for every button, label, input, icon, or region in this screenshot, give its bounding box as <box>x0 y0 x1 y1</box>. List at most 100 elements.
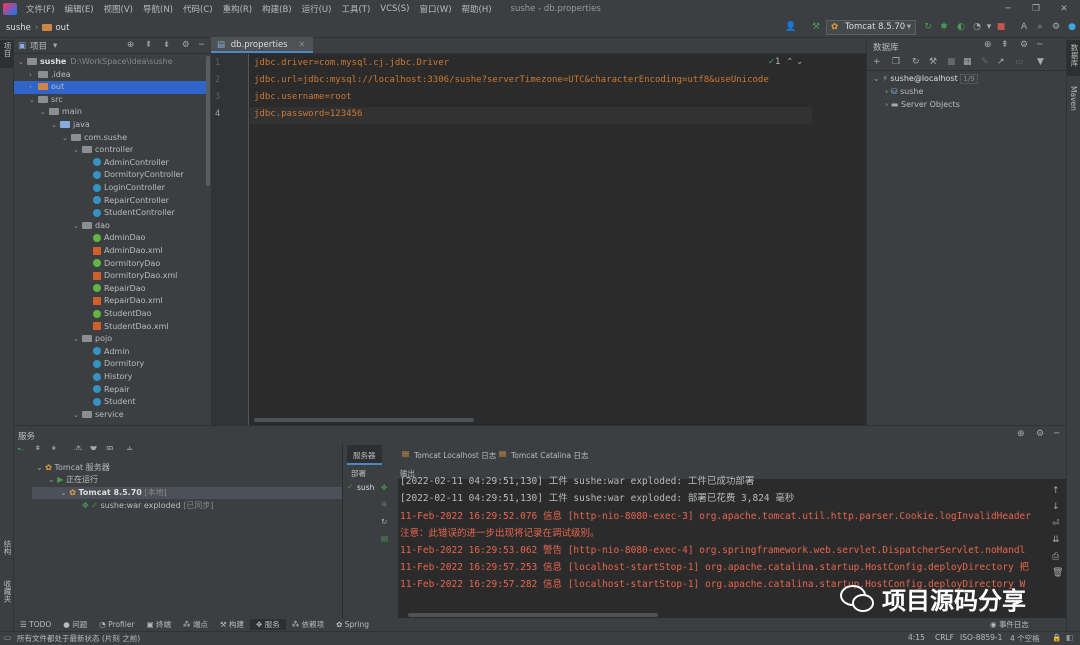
tab-tomcat-localhost[interactable]: Tomcat Localhost 日志 <box>414 450 496 461</box>
editor-h-scrollbar[interactable] <box>254 418 474 422</box>
view-chevron-down-icon[interactable]: ▾ <box>53 41 57 51</box>
inspection-up-icon[interactable]: ⌃ <box>786 57 793 67</box>
project-tree-item[interactable]: ⌄ sushe D:\WorkSpace\Idea\sushe <box>14 56 206 69</box>
db-gear-icon[interactable]: ⚙ <box>1020 40 1028 50</box>
db-stop-icon[interactable]: ■ <box>947 57 956 67</box>
menu-code[interactable]: 代码(C) <box>178 3 218 15</box>
console-icon[interactable]: ▭ <box>1015 57 1024 67</box>
project-tree-item[interactable]: Student <box>14 396 206 409</box>
collapsed-chevron-icon[interactable]: › <box>29 69 38 82</box>
project-tree-item[interactable]: DormitoryDao.xml <box>14 270 206 283</box>
expand-chevron-icon[interactable]: ⌄ <box>73 333 82 346</box>
settings-gear-icon[interactable]: ⚙ <box>1050 21 1062 33</box>
expand-chevron-icon[interactable]: ⌄ <box>18 56 27 69</box>
lock-icon[interactable]: 🔒 <box>1052 633 1061 642</box>
tab-server[interactable]: 服务器 <box>347 445 382 465</box>
expand-chevron-icon[interactable]: ⌄ <box>40 106 49 119</box>
project-tree-item[interactable]: ⌄ src <box>14 94 206 107</box>
breadcrumb-folder[interactable]: out <box>55 23 69 33</box>
structure-tool-tab[interactable]: 结构 <box>0 538 13 566</box>
tab-db-properties[interactable]: ▤ db.properties ✕ <box>211 37 314 53</box>
indent-setting[interactable]: 4 个空格 <box>1010 633 1040 644</box>
menu-view[interactable]: 视图(V) <box>99 3 138 15</box>
tooltab-profiler[interactable]: ◔ Profiler <box>93 620 140 629</box>
project-tree-item[interactable]: ⌄ pojo <box>14 333 206 346</box>
project-tree-item[interactable]: RepairDao.xml <box>14 295 206 308</box>
deploy-remove-icon[interactable]: ✥ <box>381 500 387 509</box>
project-tree-item[interactable]: ⌄ controller <box>14 144 206 157</box>
project-scrollbar[interactable] <box>206 56 210 186</box>
menu-navigate[interactable]: 导航(N) <box>138 3 178 15</box>
hammer-icon[interactable]: ⚒ <box>810 21 822 33</box>
expand-chevron-icon[interactable]: ⌄ <box>73 409 82 422</box>
menu-run[interactable]: 运行(U) <box>297 3 337 15</box>
expand-chevron-icon[interactable]: ⌄ <box>29 94 38 107</box>
menu-help[interactable]: 帮助(H) <box>457 3 497 15</box>
project-tree-item[interactable]: StudentController <box>14 207 206 220</box>
project-tree-item[interactable]: RepairDao <box>14 283 206 296</box>
project-tree-item[interactable]: › .idea <box>14 69 206 82</box>
tooltab-spring[interactable]: ✿ Spring <box>330 620 375 629</box>
run-config-select[interactable]: ✿ Tomcat 8.5.70 ▾ <box>826 20 916 35</box>
project-tree-item[interactable]: ⌄ main <box>14 106 206 119</box>
menu-refactor[interactable]: 重构(R) <box>218 3 258 15</box>
jump-icon[interactable]: ↗ <box>997 57 1005 67</box>
edit-icon[interactable]: ✎ <box>981 57 989 67</box>
restore-icon[interactable]: ❐ <box>1022 0 1050 18</box>
project-tree-item[interactable]: History <box>14 371 206 384</box>
svc-tomcat-instance-row[interactable]: ⌄ ✿ Tomcat 8.5.70 [本地] <box>32 487 342 499</box>
project-tree-item[interactable]: AdminDao <box>14 232 206 245</box>
project-panel-title[interactable]: 项目 <box>30 40 47 52</box>
project-tree-item[interactable]: DormitoryDao <box>14 258 206 271</box>
menu-build[interactable]: 构建(B) <box>257 3 296 15</box>
maven-tool-tab[interactable]: Maven <box>1067 82 1080 122</box>
breadcrumb-project[interactable]: sushe <box>0 23 31 33</box>
profile-icon[interactable]: ◔ <box>971 21 983 33</box>
expand-all-icon[interactable]: ⇟ <box>163 40 170 50</box>
db-connection-row[interactable]: ⌄ ⚡ sushe@localhost 1/9 <box>873 74 978 84</box>
deploy-open-icon[interactable]: ▤ <box>381 534 388 543</box>
svc-tomcat-server-row[interactable]: ⌄ ✿ Tomcat 服务器 <box>36 462 110 474</box>
db-locate-icon[interactable]: ⊕ <box>984 40 992 50</box>
refresh-icon[interactable]: ↻ <box>912 57 920 67</box>
inspection-widget[interactable]: ✓1 ⌃ ⌄ <box>768 57 803 67</box>
tooltab-terminal[interactable]: ▣ 终端 <box>141 619 177 630</box>
project-tree-item[interactable]: ⌄ java <box>14 119 206 132</box>
db-hide-icon[interactable]: ─ <box>1037 40 1042 50</box>
console-h-scrollbar[interactable] <box>408 613 658 617</box>
svc-gear-icon[interactable]: ⚙ <box>1036 429 1044 439</box>
code-line[interactable]: jdbc.driver=com.mysql.cj.jdbc.Driver <box>254 58 449 68</box>
project-tree-item[interactable]: ⌄ dao <box>14 220 206 233</box>
menu-vcs[interactable]: VCS(S) <box>375 4 414 14</box>
menu-file[interactable]: 文件(F) <box>21 3 60 15</box>
project-tree-item[interactable]: AdminController <box>14 157 206 170</box>
code-line[interactable]: jdbc.username=root <box>254 92 352 102</box>
svc-hide-icon[interactable]: ─ <box>1054 429 1059 439</box>
stop-icon[interactable]: ■ <box>995 21 1007 33</box>
code-line[interactable]: jdbc.url=jdbc:mysql://localhost:3306/sus… <box>254 75 769 85</box>
event-log-button[interactable]: ◉ 事件日志 <box>990 619 1029 630</box>
tab-tomcat-catalina[interactable]: Tomcat Catalina 日志 <box>511 450 589 461</box>
tooltab-problems[interactable]: ● 问题 <box>57 619 93 630</box>
project-tree-item[interactable]: RepairController <box>14 195 206 208</box>
memory-icon[interactable]: ◧ <box>1066 633 1073 642</box>
tooltab-services[interactable]: ✥ 服务 <box>250 619 286 630</box>
svc-add-icon[interactable]: ⊕ <box>1017 429 1025 439</box>
expand-chevron-icon[interactable]: ⌄ <box>62 132 71 145</box>
collapse-all-icon[interactable]: ⇞ <box>145 40 152 50</box>
menu-edit[interactable]: 编辑(E) <box>60 3 99 15</box>
inspection-down-icon[interactable]: ⌄ <box>796 57 803 67</box>
panel-gear-icon[interactable]: ⚙ <box>182 40 190 50</box>
debug-icon[interactable]: ✱ <box>938 21 950 33</box>
expand-chevron-icon[interactable]: ⌄ <box>73 220 82 233</box>
hide-panel-icon[interactable]: ─ <box>199 40 204 50</box>
svc-running-row[interactable]: ⌄ ▶ 正在运行 <box>48 474 98 486</box>
tab-close-icon[interactable]: ✕ <box>298 40 305 50</box>
search-icon[interactable]: ⌕ <box>1034 21 1046 33</box>
tooltab-build[interactable]: ⚒ 构建 <box>214 619 250 630</box>
caret-position[interactable]: 4:15 <box>908 633 925 642</box>
project-tree-item[interactable]: AdminDao.xml <box>14 245 206 258</box>
db-schema-row[interactable]: › ⛁ sushe <box>885 87 923 96</box>
expand-chevron-icon[interactable]: ⌄ <box>73 144 82 157</box>
deploy-refresh-icon[interactable]: ↻ <box>381 517 387 526</box>
